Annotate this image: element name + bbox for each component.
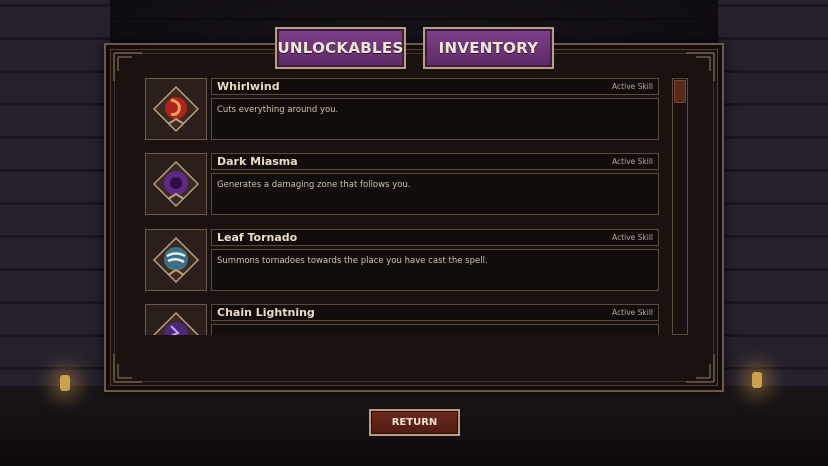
skill-title-bar: Dark Miasma Active Skill	[211, 153, 659, 170]
chain-lightning-icon	[145, 304, 207, 335]
skill-name: Dark Miasma	[217, 155, 298, 168]
corner-ornament-top-left	[112, 51, 148, 87]
skill-description-box: Summons tornadoes towards the place you …	[211, 249, 659, 291]
skill-name: Whirlwind	[217, 80, 280, 93]
whirlwind-icon	[145, 78, 207, 140]
skill-description-box: Generates a damaging zone that follows y…	[211, 173, 659, 215]
candle-left	[60, 375, 70, 391]
corner-ornament-bottom-right	[680, 348, 716, 384]
skill-name: Leaf Tornado	[217, 231, 298, 244]
skill-row-leaf-tornado[interactable]: Leaf Tornado Active Skill Summons tornad…	[145, 229, 661, 293]
skill-type: Active Skill	[612, 82, 653, 91]
skill-title-bar: Leaf Tornado Active Skill	[211, 229, 659, 246]
skill-name: Chain Lightning	[217, 306, 315, 319]
skill-type: Active Skill	[612, 233, 653, 242]
skill-description-box: Cuts everything around you.	[211, 98, 659, 140]
skill-type: Active Skill	[612, 157, 653, 166]
list-scrollbar[interactable]	[672, 78, 688, 335]
skill-description: Summons tornadoes towards the place you …	[217, 256, 488, 266]
skill-list: Whirlwind Active Skill Cuts everything a…	[145, 78, 661, 335]
skill-type: Active Skill	[612, 308, 653, 317]
skill-title-bar: Chain Lightning Active Skill	[211, 304, 659, 321]
return-button[interactable]: RETURN	[369, 409, 460, 436]
candle-right	[752, 372, 762, 388]
scrollbar-thumb[interactable]	[674, 80, 686, 103]
skill-title-bar: Whirlwind Active Skill	[211, 78, 659, 95]
skill-description-box	[211, 324, 659, 335]
skill-row-chain-lightning[interactable]: Chain Lightning Active Skill	[145, 304, 661, 335]
tab-inventory[interactable]: INVENTORY	[423, 27, 554, 69]
dark-miasma-icon	[145, 153, 207, 215]
skill-row-whirlwind[interactable]: Whirlwind Active Skill Cuts everything a…	[145, 78, 661, 142]
skill-description: Cuts everything around you.	[217, 105, 339, 115]
leaf-tornado-icon	[145, 229, 207, 291]
tab-unlockables[interactable]: UNLOCKABLES	[275, 27, 406, 69]
skill-description: Generates a damaging zone that follows y…	[217, 180, 411, 190]
skill-row-dark-miasma[interactable]: Dark Miasma Active Skill Generates a dam…	[145, 153, 661, 217]
corner-ornament-bottom-left	[112, 348, 148, 384]
